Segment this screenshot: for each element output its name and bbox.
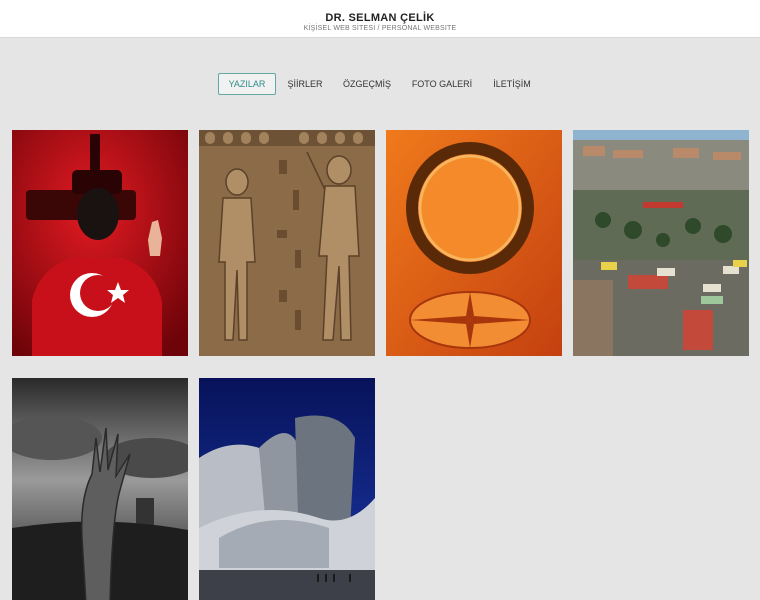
gallery-tile-flag-person[interactable] — [12, 130, 188, 356]
gallery-tile-egyptian-relief[interactable] — [199, 130, 375, 356]
gallery-tile-zombie-hand[interactable] — [12, 378, 188, 600]
egyptian-relief-image — [199, 130, 375, 356]
compass-ring-image — [386, 130, 562, 356]
nav-item-foto-galeri[interactable]: FOTO GALERİ — [410, 73, 474, 95]
gallery-tile-compass-ring[interactable] — [386, 130, 562, 356]
site-header: DR. SELMAN ÇELİK KİŞİSEL WEB SİTESİ / PE… — [0, 0, 760, 38]
gallery-tile-modern-building[interactable] — [199, 378, 375, 600]
gallery-tile-city-square[interactable] — [573, 130, 749, 356]
modern-building-image — [199, 378, 375, 600]
site-title[interactable]: DR. SELMAN ÇELİK — [0, 12, 760, 24]
nav-item-iletisim[interactable]: İLETİŞİM — [490, 73, 534, 95]
nav-item-ozgecmis[interactable]: ÖZGEÇMİŞ — [340, 73, 394, 95]
nav-item-yazilar[interactable]: YAZILAR — [218, 73, 276, 95]
main-nav: YAZILAR ŞİİRLER ÖZGEÇMİŞ FOTO GALERİ İLE… — [0, 73, 760, 95]
flag-person-image — [12, 130, 188, 356]
zombie-hand-image — [12, 378, 188, 600]
site-subtitle: KİŞİSEL WEB SİTESİ / PERSONAL WEBSITE — [303, 25, 457, 32]
nav-item-siirler[interactable]: ŞİİRLER — [285, 73, 325, 95]
city-square-image — [573, 130, 749, 356]
